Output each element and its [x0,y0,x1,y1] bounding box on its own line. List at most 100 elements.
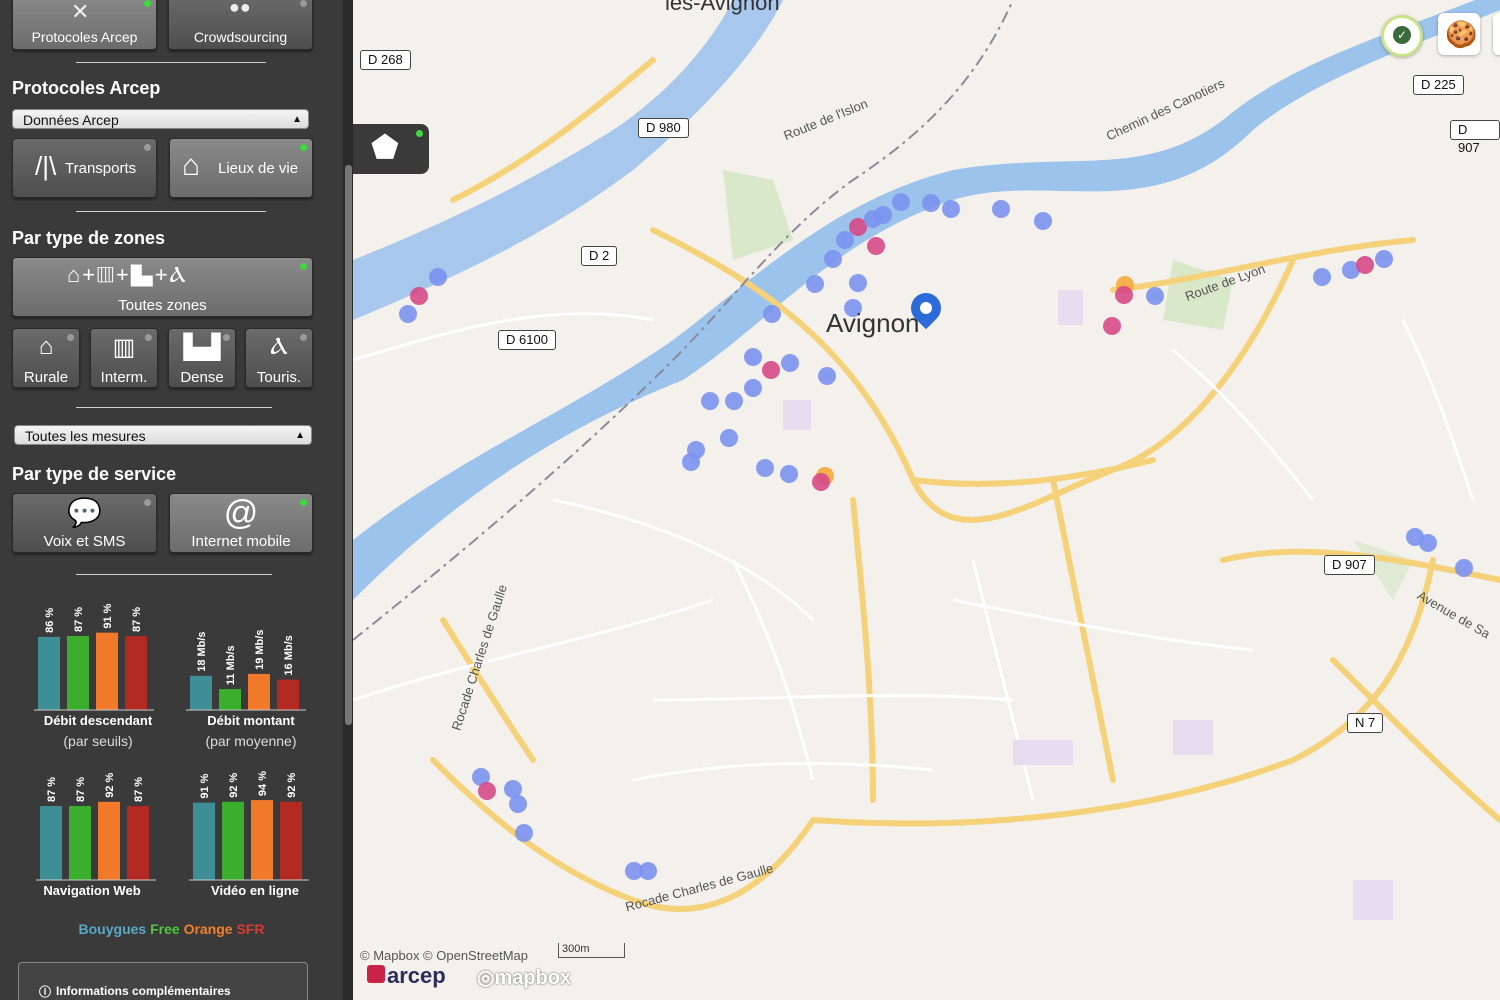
house-icon: ⌂ [182,149,201,182]
measurement-point[interactable] [1356,256,1374,274]
measurement-point[interactable] [1103,317,1121,335]
measurement-point[interactable] [756,459,774,477]
tab-protocoles-arcep[interactable]: ✕ Protocoles Arcep [12,0,157,50]
chart-value-label: 19 Mb/s [254,630,266,670]
chart-value-label: 91 % [102,603,114,628]
measurement-point[interactable] [682,453,700,471]
internet-mobile-button[interactable]: @ Internet mobile [169,493,313,553]
france-view-button[interactable]: ⬟ [353,124,429,174]
zone-intermediaire-button[interactable]: ▥ Interm. [90,328,158,388]
measurement-point[interactable] [744,348,762,366]
measurement-point[interactable] [874,206,892,224]
measurement-point[interactable] [410,287,428,305]
more-info-button[interactable]: ⓘ Informations complémentaires [18,962,308,1000]
measurement-point[interactable] [1034,212,1052,230]
chart-bar [38,636,60,710]
map-scale: 300m [558,943,625,958]
sidebar-scroll-thumb[interactable] [345,165,352,725]
measurement-point[interactable] [992,200,1010,218]
chart-value-label: 86 % [44,608,56,633]
status-dot [300,144,307,151]
toolbar-button[interactable] [1493,13,1500,55]
chart-bar [127,806,149,880]
measurement-point[interactable] [763,305,781,323]
sidebar: ✕ Protocoles Arcep ●● Crowdsourcing Prot… [0,0,343,1000]
zone-rurale-button[interactable]: ⌂ Rurale [12,328,80,388]
select-value: Toutes les mesures [25,428,146,444]
status-dot [145,334,152,341]
chart-subtitle: (par moyenne) [205,733,297,749]
road-label: D 225 [1413,75,1464,95]
info-icon: ⓘ [39,985,52,999]
chart-bar [98,801,120,880]
measures-select[interactable]: Toutes les mesures ▲ [14,425,312,445]
chart-bar [193,802,215,880]
mapbox-icon: ◎ [477,967,495,989]
measurement-point[interactable] [781,354,799,372]
map-view[interactable]: Avignon les-Avignon D 268 D 980 D 2 D 61… [353,0,1500,1000]
measurement-point[interactable] [478,782,496,800]
measurement-point[interactable] [509,795,527,813]
chart-value-label: 87 % [73,607,85,632]
measurement-point[interactable] [399,305,417,323]
measurement-point[interactable] [429,268,447,286]
measurement-point[interactable] [867,237,885,255]
measurement-point[interactable] [1115,286,1133,304]
measurement-point[interactable] [515,824,533,842]
chart-value-label: 92 % [104,773,116,798]
map-attribution: © Mapbox © OpenStreetMap [360,948,529,963]
chart-bar [222,801,244,880]
measurement-point[interactable] [701,392,719,410]
tab-label: Protocoles Arcep [31,29,138,45]
road-label: D 907 [1324,555,1375,575]
france-map-icon: ⬟ [371,129,399,165]
measurement-point[interactable] [892,193,910,211]
measurement-point[interactable] [922,194,940,212]
measurement-point[interactable] [1375,250,1393,268]
measurement-point[interactable] [1455,559,1473,577]
arcep-text: arcep [387,963,446,988]
transports-button[interactable]: /|\ Transports [12,138,157,198]
measurement-point[interactable] [720,429,738,447]
status-dot [144,499,151,506]
measurement-point[interactable] [812,473,830,491]
measurement-point[interactable] [780,465,798,483]
check-icon: ✓ [1393,26,1411,44]
data-source-select[interactable]: Données Arcep ▲ [12,109,309,129]
road-icon: /|\ [35,151,57,181]
divider [76,574,272,575]
measurement-point[interactable] [1419,534,1437,552]
cookie-button[interactable]: 🍪 [1438,13,1480,55]
consent-check-button[interactable]: ✓ [1381,15,1423,57]
zone-dense-button[interactable]: ▙▟ Dense [168,328,236,388]
all-zones-button[interactable]: ⌂+▥+▙+Ⲁ Toutes zones [12,257,313,317]
chart-bar [67,636,89,710]
tab-crowdsourcing[interactable]: ●● Crowdsourcing [168,0,313,50]
measurement-point[interactable] [639,862,657,880]
measurement-point[interactable] [1313,268,1331,286]
all-zones-label: Toutes zones [118,297,207,314]
status-dot [300,499,307,506]
measurement-point[interactable] [836,231,854,249]
measurement-point[interactable] [762,361,780,379]
measurement-point[interactable] [1146,287,1164,305]
lieux-de-vie-label: Lieux de vie [218,160,299,177]
measurement-point[interactable] [824,250,842,268]
measurement-point[interactable] [806,275,824,293]
cookie-icon: 🍪 [1445,19,1478,49]
status-dot [67,334,74,341]
chart-value-label: 92 % [228,773,240,798]
measurement-point[interactable] [942,200,960,218]
measurement-point[interactable] [725,392,743,410]
voice-sms-button[interactable]: 💬 Voix et SMS [12,493,157,553]
legend-free: Free [150,921,180,937]
zone-label: Dense [180,369,224,386]
people-icon: ●● [229,0,251,17]
measurement-point[interactable] [849,274,867,292]
status-dot [223,334,230,341]
arcep-logo: arcep [367,963,446,989]
zone-touristique-button[interactable]: Ⲁ Touris. [245,328,313,388]
measurement-point[interactable] [818,367,836,385]
lieux-de-vie-button[interactable]: ⌂ Lieux de vie [169,138,313,198]
measurement-point[interactable] [744,379,762,397]
